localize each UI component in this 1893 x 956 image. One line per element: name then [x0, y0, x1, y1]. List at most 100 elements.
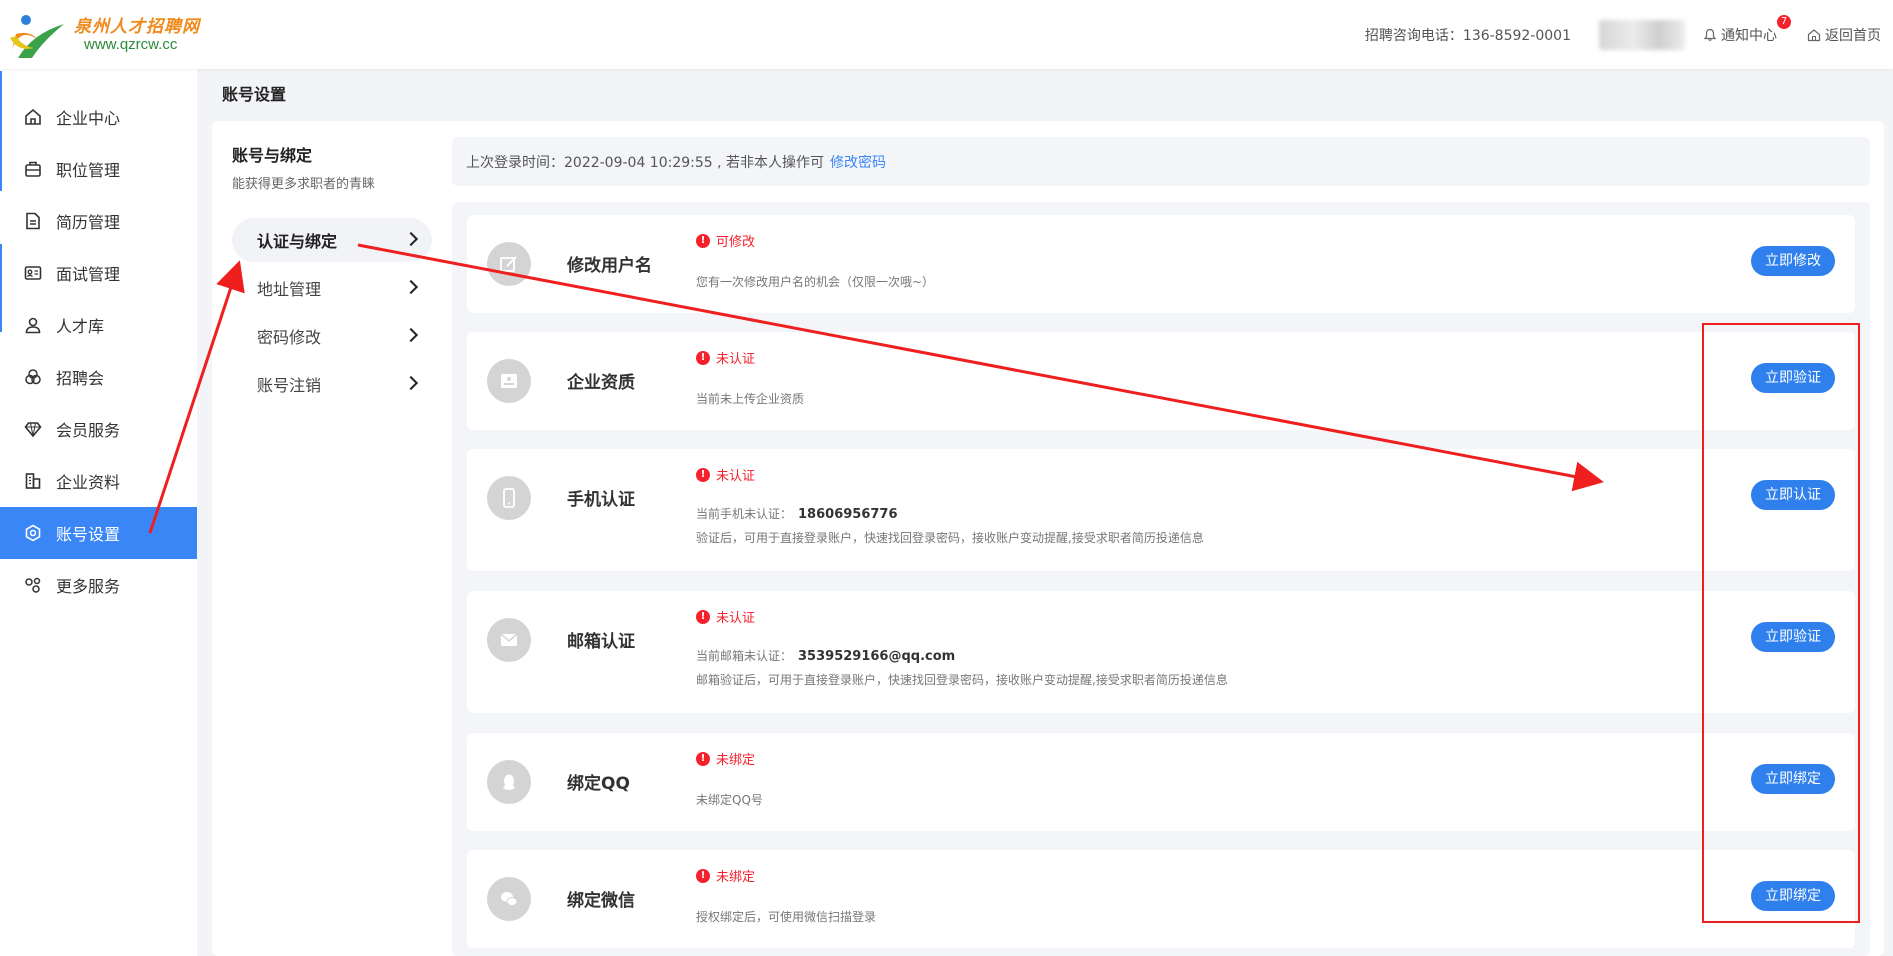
sidebar-item-resumes[interactable]: 简历管理 [0, 195, 197, 247]
sidebar-item-label: 会员服务 [56, 421, 121, 440]
subnav-item-address[interactable]: 地址管理 [232, 266, 432, 310]
home-label: 返回首页 [1825, 27, 1881, 44]
briefcase-icon [25, 161, 41, 177]
bell-icon [1703, 28, 1717, 41]
id-card-icon [24, 266, 42, 280]
card-qualification: 企业资质 ! 未认证 当前未上传企业资质 立即验证 [467, 332, 1855, 430]
card-username: 修改用户名 ! 可修改 您有一次修改用户名的机会（仅限一次哦~） 立即修改 [467, 215, 1855, 313]
chevron-right-icon [403, 375, 419, 391]
card-desc: 当前未上传企业资质 [696, 392, 805, 406]
wechat-icon [487, 877, 531, 921]
card-qq: 绑定QQ ! 未绑定 未绑定QQ号 立即绑定 [467, 733, 1855, 831]
sidebar-item-label: 企业资料 [56, 473, 121, 492]
sidebar-item-more-services[interactable]: 更多服务 [0, 559, 197, 611]
card-desc: 未绑定QQ号 [696, 793, 763, 807]
sidebar-item-label: 招聘会 [56, 369, 105, 388]
phone-icon [487, 476, 531, 520]
diamond-icon [24, 422, 42, 438]
email-address: 3539529166@qq.com [798, 649, 956, 664]
sidebar-item-membership[interactable]: 会员服务 [0, 403, 197, 455]
top-header: 泉州人才招聘网 www.qzrcw.cc 招聘咨询电话：136-8592-000… [0, 0, 1893, 69]
card-desc: 验证后，可用于直接登录账户，快速找回登录密码，接收账户变动提醒,接受求职者简历投… [696, 531, 1204, 545]
sidebar-item-company-info[interactable]: 企业资料 [0, 455, 197, 507]
page-title: 账号设置 [222, 85, 287, 104]
logo-name: 泉州人才招聘网 [74, 17, 200, 37]
card-title: 邮箱认证 [567, 632, 635, 652]
chevron-right-icon [403, 231, 419, 247]
status-text: 可修改 [716, 235, 756, 250]
card-title: 绑定QQ [567, 774, 630, 794]
subnav-item-label: 账号注销 [257, 376, 322, 395]
status-badge: ! 未绑定 [696, 749, 755, 768]
user-avatar-blurred[interactable] [1599, 19, 1685, 50]
user-icon [25, 317, 41, 334]
status-text: 未认证 [716, 352, 756, 367]
last-login-bar: 上次登录时间：2022-09-04 10:29:55 , 若非本人操作可 修改密… [452, 137, 1870, 186]
sidebar-item-interviews[interactable]: 面试管理 [0, 247, 197, 299]
status-badge: ! 未认证 [696, 348, 755, 367]
subnav-desc: 能获得更多求职者的青睐 [232, 177, 376, 192]
notify-center-link[interactable]: 通知中心 7 [1703, 14, 1791, 45]
warning-icon: ! [696, 609, 710, 624]
last-login-text: 上次登录时间：2022-09-04 10:29:55 , 若非本人操作可 [466, 154, 825, 171]
phone-status-line: 当前手机未认证： 18606956776 [696, 505, 898, 522]
annotation-highlight-box [1702, 323, 1860, 923]
warning-icon: ! [696, 350, 710, 365]
status-badge: ! 未认证 [696, 465, 755, 484]
card-email: 邮箱认证 ! 未认证 当前邮箱未认证： 3539529166@qq.com 邮箱验… [467, 591, 1855, 713]
document-icon [26, 212, 40, 230]
qq-icon [487, 760, 531, 804]
sidebar-item-label: 账号设置 [56, 525, 121, 544]
home-icon [25, 108, 41, 125]
sidebar-item-job-fair[interactable]: 招聘会 [0, 351, 197, 403]
card-title: 绑定微信 [567, 891, 635, 911]
subnav-title: 账号与绑定 [232, 146, 313, 165]
sidebar-item-enterprise-center[interactable]: 企业中心 [0, 91, 197, 143]
card-desc: 您有一次修改用户名的机会（仅限一次哦~） [696, 275, 935, 289]
subnav-item-deactivate[interactable]: 账号注销 [232, 362, 432, 406]
card-title: 手机认证 [567, 490, 635, 510]
sidebar: 企业中心 职位管理 简历管理 面试管理 人才库 招聘会 会员服务 企业资料 账号… [0, 69, 197, 956]
warning-icon: ! [696, 467, 710, 482]
sidebar-item-jobs[interactable]: 职位管理 [0, 143, 197, 195]
status-text: 未认证 [716, 611, 756, 626]
sidebar-item-label: 职位管理 [56, 161, 121, 180]
change-password-link[interactable]: 修改密码 [830, 152, 886, 172]
site-logo[interactable]: 泉州人才招聘网 www.qzrcw.cc [8, 8, 208, 60]
subnav-item-auth-binding[interactable]: 认证与绑定 [232, 218, 432, 262]
header-actions: 招聘咨询电话：136-8592-0001 通知中心 7 返回首页 [1365, 0, 1893, 69]
card-desc: 授权绑定后，可使用微信扫描登录 [696, 910, 877, 924]
phone-number: 18606956776 [798, 507, 898, 522]
status-badge: ! 可修改 [696, 231, 755, 250]
status-text: 未绑定 [716, 753, 756, 768]
license-icon [487, 359, 531, 403]
share-icon [25, 577, 41, 593]
warning-icon: ! [696, 751, 710, 766]
settings-icon [25, 524, 41, 542]
chevron-right-icon [403, 279, 419, 295]
email-label: 当前邮箱未认证： [696, 649, 793, 663]
sidebar-item-talent-pool[interactable]: 人才库 [0, 299, 197, 351]
edit-username-button[interactable]: 立即修改 [1751, 246, 1835, 276]
warning-icon: ! [696, 233, 710, 248]
status-badge: ! 未认证 [696, 607, 755, 626]
cards-container [452, 202, 1870, 956]
status-text: 未绑定 [716, 870, 756, 885]
subnav-item-password[interactable]: 密码修改 [232, 314, 432, 358]
logo-mark-icon [10, 15, 64, 58]
subnav-item-label: 地址管理 [257, 280, 322, 299]
card-phone: 手机认证 ! 未认证 当前手机未认证： 18606956776 验证后，可用于直接… [467, 449, 1855, 571]
email-status-line: 当前邮箱未认证： 3539529166@qq.com [696, 647, 955, 664]
card-desc: 邮箱验证后，可用于直接登录账户，快速找回登录密码，接收账户变动提醒,接受求职者简… [696, 673, 1228, 687]
hotline-text: 招聘咨询电话：136-8592-0001 [1364, 27, 1571, 44]
card-title: 企业资质 [567, 373, 635, 393]
return-home-link[interactable]: 返回首页 [1807, 25, 1881, 45]
notify-label: 通知中心 [1721, 27, 1777, 44]
sidebar-item-label: 简历管理 [56, 213, 121, 232]
notify-badge: 7 [1777, 14, 1791, 29]
phone-label: 当前手机未认证： [696, 507, 793, 521]
subnav-item-label: 认证与绑定 [257, 232, 338, 251]
sidebar-item-account-settings[interactable]: 账号设置 [0, 507, 197, 559]
status-badge: ! 未绑定 [696, 866, 755, 885]
logo-url: www.qzrcw.cc [84, 36, 178, 53]
